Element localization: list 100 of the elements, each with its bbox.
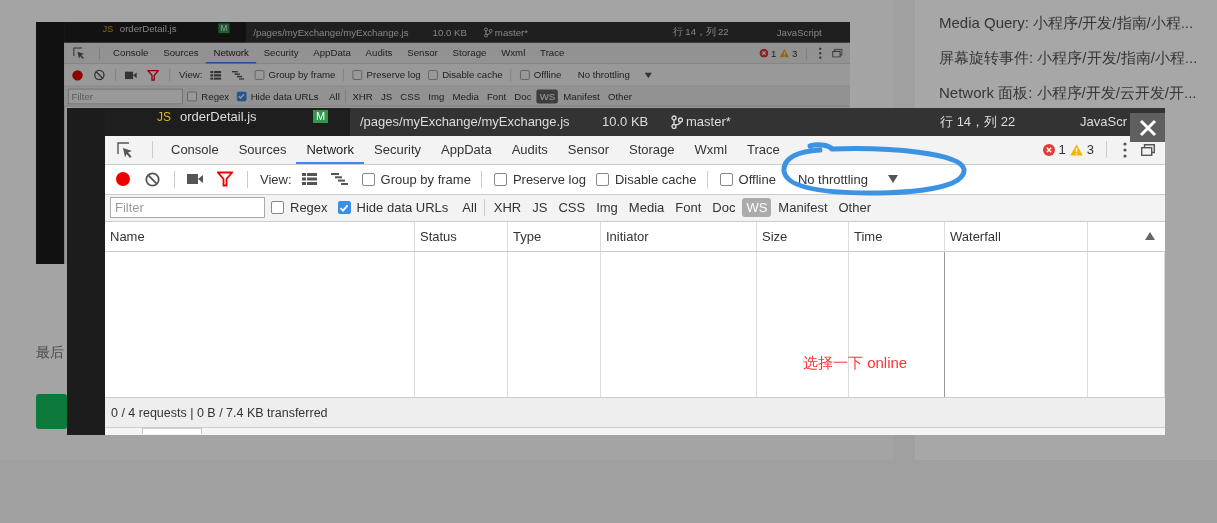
checkbox[interactable] [595,172,609,186]
tab[interactable]: Security [256,42,306,64]
filter-type-button[interactable]: Other [604,89,635,104]
tab[interactable]: Network [206,42,257,64]
tab[interactable]: Storage [445,42,494,64]
checkbox-label[interactable]: Disable cache [614,171,697,187]
filter-type-button[interactable]: Font [483,89,510,104]
clear-icon[interactable] [145,171,160,187]
more-icon[interactable] [818,47,822,60]
close-button[interactable] [1130,113,1165,142]
checkbox-label[interactable]: Group by frame [380,171,471,187]
record-icon[interactable] [115,171,131,188]
column-header[interactable]: Time [849,221,945,251]
checkbox-label[interactable]: Preserve log [366,69,421,81]
checkbox[interactable] [352,70,363,80]
file-tab[interactable]: JS orderDetail.js M [105,108,350,136]
checkbox-label[interactable]: Regex [201,90,230,102]
record-icon[interactable] [71,69,84,81]
sidebar-link[interactable]: Network 面板: 小程序/开发/云开发/开... [939,75,1217,110]
checkbox[interactable] [493,172,507,186]
checkbox-label[interactable]: Hide data URLs [250,90,319,102]
filter-type-button[interactable]: XHR [349,89,376,104]
checkbox[interactable] [337,201,351,215]
column-header[interactable]: Size [757,221,849,251]
filter-type-button[interactable]: Img [425,89,448,104]
tab[interactable]: Audits [358,42,400,64]
filter-type-button[interactable]: XHR [489,198,526,218]
tab[interactable]: Sources [228,135,297,164]
filter-type-button[interactable]: WS [536,89,559,104]
tab[interactable]: AppData [431,135,502,164]
column-header[interactable]: Initiator [601,221,757,251]
filter-type-button[interactable]: Media [624,198,669,218]
filter-type-button[interactable]: CSS [554,198,590,218]
filter-icon[interactable] [217,171,233,188]
tab[interactable]: Trace [737,135,790,164]
checkbox-label[interactable]: Disable cache [442,69,503,81]
checkbox-label[interactable]: Hide data URLs [356,200,449,216]
tab[interactable]: Trace [532,42,572,64]
checkbox-label[interactable]: Preserve log [512,171,586,187]
checkbox[interactable] [254,70,264,80]
clear-icon[interactable] [93,69,105,81]
checkbox-label[interactable]: Regex [290,200,328,216]
waterfall-view-icon[interactable] [330,173,348,186]
filter-type-button[interactable]: All [326,89,343,104]
tab[interactable]: Console [161,135,229,164]
checkbox-label[interactable]: Group by frame [268,69,336,81]
tab[interactable]: Storage [619,135,685,164]
filter-field[interactable]: Filter [67,88,183,104]
error-count[interactable]: 1 [1058,142,1066,158]
checkbox[interactable] [428,70,438,80]
file-tab[interactable]: JS orderDetail.js M [64,22,246,43]
checkbox-label[interactable]: Offline [738,171,776,187]
warning-count[interactable]: 3 [1086,142,1094,158]
more-icon[interactable] [1123,141,1127,158]
filter-type-button[interactable]: Media [449,89,482,104]
tab[interactable]: Console [105,42,156,64]
filter-type-button[interactable]: Doc [708,198,740,218]
filter-type-button[interactable]: Font [671,198,706,218]
warning-count[interactable]: 3 [791,47,798,59]
checkbox[interactable] [236,91,247,101]
tab[interactable]: Audits [501,135,558,164]
tab[interactable]: Sources [155,42,207,64]
tab[interactable]: Wxml [684,135,738,164]
dock-icon[interactable] [1141,143,1155,156]
checkbox[interactable] [271,201,284,215]
tab[interactable]: AppData [305,42,359,64]
list-view-icon[interactable] [209,70,221,80]
column-header[interactable]: Type [508,221,601,251]
checkbox[interactable] [361,172,375,186]
filter-type-button[interactable]: Doc [511,89,535,104]
waterfall-view-icon[interactable] [231,70,244,80]
filter-type-button[interactable]: Img [592,198,622,218]
filter-type-button[interactable]: All [458,198,481,218]
filter-type-button[interactable]: Manifest [774,198,832,218]
camera-icon[interactable] [187,173,203,186]
filter-type-button[interactable]: JS [377,89,396,104]
filter-type-button[interactable]: JS [528,198,552,218]
sidebar-link[interactable]: 屏幕旋转事件: 小程序/开发/指南/小程... [939,40,1217,75]
tab[interactable]: Sensor [557,135,619,164]
camera-icon[interactable] [124,70,137,80]
checkbox[interactable] [719,172,733,186]
column-header[interactable]: Status [415,221,508,251]
tab[interactable]: Security [364,135,432,164]
column-header[interactable]: Name [105,221,415,251]
checkbox[interactable] [187,91,197,101]
filter-type-button[interactable]: Manifest [560,89,603,104]
checkbox-label[interactable]: Offline [533,69,562,81]
inspect-icon[interactable] [116,140,134,159]
tab[interactable]: Sensor [399,42,446,64]
column-header[interactable]: Waterfall [945,221,1088,251]
filter-type-button[interactable]: Other [834,198,875,218]
list-view-icon[interactable] [301,173,317,186]
tab[interactable]: Wxml [493,42,533,64]
sidebar-link[interactable]: Media Query: 小程序/开发/指南/小程... [939,5,1217,40]
checkbox[interactable] [519,70,530,80]
tab[interactable]: Network [296,135,365,164]
error-count[interactable]: 1 [771,47,777,59]
filter-type-button[interactable]: CSS [397,89,424,104]
filter-icon[interactable] [147,69,160,81]
filter-field[interactable]: Filter [110,197,265,219]
